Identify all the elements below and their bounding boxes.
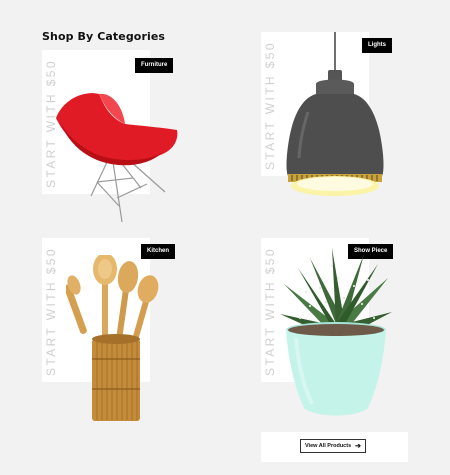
category-badge-furniture[interactable]: Furniture: [135, 58, 174, 73]
view-all-label: View All Products: [304, 443, 352, 449]
promo-text: START WITH $50: [263, 247, 277, 376]
wooden-utensils-image: [66, 255, 159, 421]
promo-text: START WITH $50: [263, 41, 277, 170]
section-title: Shop By Categories: [42, 30, 166, 43]
promo-text: START WITH $50: [44, 247, 58, 376]
red-chair-image: [56, 93, 178, 223]
view-all-container: View All Products ➔: [261, 432, 408, 462]
pendant-lamp-image: [286, 32, 384, 196]
view-all-products-button[interactable]: View All Products ➔: [300, 439, 366, 453]
potted-succulent-image: [280, 248, 392, 416]
arrow-right-icon: ➔: [355, 442, 362, 450]
